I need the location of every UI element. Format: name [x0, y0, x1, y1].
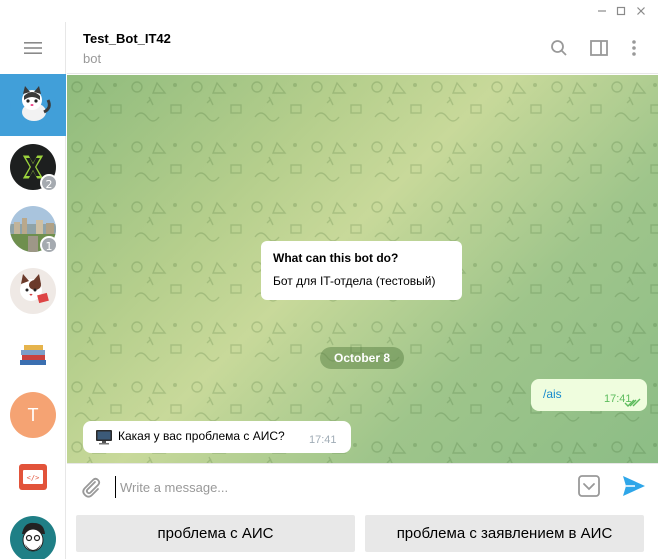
chat-item-city[interactable]: 1	[0, 198, 66, 260]
message-input[interactable]	[115, 476, 555, 498]
computer-icon	[95, 429, 113, 449]
message-command-link[interactable]: /ais	[543, 387, 562, 401]
message-text: Какая у вас проблема с АИС?	[118, 429, 285, 443]
bot-info-card: What can this bot do? Бот для IT-отдела …	[261, 241, 462, 300]
double-check-icon	[624, 393, 642, 412]
chat-item-cat-reading[interactable]	[0, 260, 66, 322]
chat-item-x-logo[interactable]: 2	[0, 136, 66, 198]
chat-title[interactable]: Test_Bot_IT42	[83, 31, 171, 46]
close-icon[interactable]	[630, 0, 652, 22]
chat-item-books[interactable]	[0, 322, 66, 384]
city-avatar: 1	[10, 206, 58, 254]
keyboard-button-application-problem[interactable]: проблема с заявлением в АИС	[365, 515, 644, 552]
chat-list-sidebar: 2 1 T </>	[0, 22, 66, 559]
svg-text:</>: </>	[27, 474, 40, 482]
chat-item-code[interactable]: </>	[0, 446, 66, 508]
x-logo-avatar: 2	[10, 144, 58, 192]
unread-badge: 1	[40, 236, 58, 254]
attach-icon[interactable]	[79, 475, 103, 503]
code-avatar: </>	[10, 454, 56, 500]
bot-info-description: Бот для IT-отдела (тестовый)	[273, 274, 436, 288]
person-avatar	[10, 516, 56, 559]
chat-subtitle: bot	[83, 51, 102, 66]
chat-header: Test_Bot_IT42 bot	[67, 22, 658, 74]
outgoing-message[interactable]: /ais 17:41	[531, 379, 647, 411]
chat-item-cat-bot[interactable]	[0, 74, 66, 136]
cat-reading-avatar	[10, 268, 56, 314]
books-avatar	[10, 330, 56, 376]
chat-item-person[interactable]	[0, 508, 66, 559]
unread-badge: 2	[40, 174, 58, 192]
more-vertical-icon[interactable]	[622, 36, 646, 60]
bot-keyboard-icon[interactable]	[577, 474, 601, 502]
hamburger-menu-icon[interactable]	[0, 22, 66, 74]
send-icon[interactable]	[621, 474, 647, 502]
cat-bot-avatar	[10, 82, 56, 128]
letter-avatar: T	[10, 392, 56, 438]
maximize-icon[interactable]	[610, 0, 632, 22]
message-time: 17:41	[309, 434, 337, 446]
date-separator: October 8	[320, 347, 404, 369]
keyboard-button-ais-problem[interactable]: проблема с АИС	[76, 515, 355, 552]
reply-keyboard: проблема с АИС проблема с заявлением в А…	[67, 509, 658, 559]
incoming-message[interactable]: Какая у вас проблема с АИС? 17:41	[83, 421, 351, 453]
window-titlebar	[0, 0, 658, 22]
message-history[interactable]: What can this bot do? Бот для IT-отдела …	[67, 75, 658, 463]
search-icon[interactable]	[547, 36, 571, 60]
message-composer	[67, 463, 658, 509]
bot-info-title: What can this bot do?	[273, 251, 399, 265]
chat-item-t[interactable]: T	[0, 384, 66, 446]
sidebar-toggle-icon[interactable]	[587, 36, 611, 60]
